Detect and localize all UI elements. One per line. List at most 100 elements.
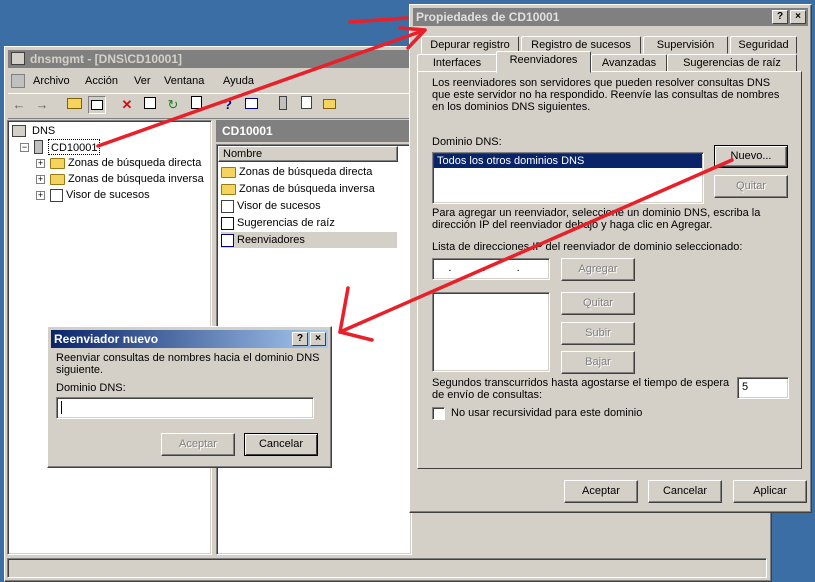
tree-root-label: DNS [32, 125, 56, 137]
move-down-button[interactable]: Bajar [561, 351, 635, 374]
forward-arrow-icon[interactable]: → [33, 96, 51, 114]
ip-address-input[interactable]: . . . [432, 258, 550, 280]
refresh-icon[interactable]: ↻ [164, 96, 182, 114]
tab-interfaces[interactable]: Interfaces [417, 54, 497, 72]
new-forwarder-domain-input[interactable] [56, 397, 314, 419]
list-item-visor[interactable]: Visor de sucesos [221, 198, 321, 214]
domain-label: Dominio DNS: [432, 136, 502, 148]
remove-ip-button[interactable]: Quitar [561, 292, 635, 315]
forwarders-description: Los reenviadores son servidores que pued… [432, 77, 780, 113]
app-menu-icon[interactable] [11, 74, 25, 88]
list-icon[interactable] [297, 96, 315, 114]
menu-ayuda[interactable]: Ayuda [223, 71, 254, 91]
new-forwarder-titlebar[interactable]: Reenviador nuevo ? × [51, 330, 328, 348]
tab-label: Sugerencias de raíz [683, 57, 781, 69]
properties-titlebar[interactable]: Propiedades de CD10001 ? × [413, 8, 808, 26]
tab-label: Registro de sucesos [531, 39, 631, 51]
no-recursion-label: No usar recursividad para este dominio [451, 407, 643, 419]
newfwd-help-button[interactable]: ? [292, 332, 308, 346]
text-cursor [61, 400, 62, 414]
menu-ventana[interactable]: Ventana [164, 71, 204, 91]
ip-list-label: Lista de direcciones IP del reenviador d… [432, 241, 743, 253]
event-viewer-icon [50, 188, 63, 202]
list-item-inversa[interactable]: Zonas de búsqueda inversa [221, 181, 375, 197]
list-item-label: Sugerencias de raíz [237, 217, 335, 229]
newfwd-ok-button[interactable]: Aceptar [161, 433, 235, 456]
add-ip-button[interactable]: Agregar [561, 258, 635, 281]
arrow-to-nuevo [348, 16, 409, 24]
tree-item-label: Zonas de búsqueda inversa [68, 173, 204, 185]
tab-label: Interfaces [432, 57, 482, 69]
export-list-icon[interactable] [187, 96, 205, 114]
server-node-icon [34, 140, 43, 154]
right-pane-title: CD10001 [222, 124, 273, 138]
timeout-input[interactable]: 5 [737, 377, 789, 399]
timeout-value: 5 [742, 381, 749, 393]
list-item-directa[interactable]: Zonas de búsqueda directa [221, 164, 372, 180]
new-forwarder-description: Reenviar consultas de nombres hacia el d… [56, 352, 320, 376]
new-forwarder-domain-label: Dominio DNS: [56, 382, 126, 394]
dns-root-icon [12, 125, 26, 137]
server-icon[interactable] [274, 96, 292, 114]
column-header-nombre[interactable]: Nombre [218, 146, 398, 162]
tab-sugerencias-raiz[interactable]: Sugerencias de raíz [667, 54, 797, 72]
expand-directa-icon[interactable]: + [36, 159, 45, 168]
domain-item-selected[interactable]: Todos los otros dominios DNS [434, 154, 702, 168]
tree-item-label: Zonas de búsqueda directa [68, 157, 202, 169]
delete-icon[interactable]: ✕ [118, 96, 136, 114]
action-pane-icon[interactable] [242, 96, 260, 114]
move-up-button[interactable]: Subir [561, 322, 635, 345]
tab-supervision[interactable]: Supervisión [643, 36, 728, 54]
tab-reenviadores[interactable]: Reenviadores [496, 51, 591, 73]
props-help-button[interactable]: ? [772, 10, 788, 24]
column-header-label: Nombre [223, 148, 263, 160]
list-item-label: Zonas de búsqueda inversa [239, 183, 375, 195]
tab-label: Supervisión [656, 39, 715, 51]
back-arrow-icon[interactable]: ← [10, 96, 28, 114]
newfwd-cancel-button[interactable]: Cancelar [244, 433, 318, 456]
remove-domain-button[interactable]: Quitar [714, 175, 788, 198]
tree-item-directa[interactable]: Zonas de búsqueda directa [50, 155, 201, 171]
tab-label: Avanzadas [601, 57, 657, 69]
newfwd-close-button[interactable]: × [310, 332, 326, 346]
menu-accion[interactable]: Acción [85, 71, 118, 91]
right-pane-header: CD10001 [216, 120, 412, 142]
domain-listbox[interactable]: Todos los otros dominios DNS [432, 152, 704, 204]
root-hints-icon [221, 216, 234, 230]
folder-list-icon[interactable] [320, 96, 338, 114]
props-close-button[interactable]: × [790, 10, 806, 24]
list-item-label: Visor de sucesos [237, 200, 321, 212]
props-cancel-button[interactable]: Cancelar [648, 480, 722, 503]
folder-icon [50, 173, 65, 185]
expand-inversa-icon[interactable]: + [36, 175, 45, 184]
expand-visor-icon[interactable]: + [36, 191, 45, 200]
tree-item-inversa[interactable]: Zonas de búsqueda inversa [50, 171, 204, 187]
list-item-reenviadores[interactable]: Reenviadores [221, 232, 397, 248]
help-icon[interactable]: ? [219, 96, 237, 114]
props-ok-button[interactable]: Aceptar [564, 480, 638, 503]
new-forwarder-button[interactable]: Nuevo... [714, 145, 788, 168]
collapse-server-icon[interactable]: − [20, 143, 29, 152]
tab-label: Reenviadores [509, 54, 578, 66]
tree-item-label: Visor de sucesos [66, 189, 150, 201]
list-item-sugerencias[interactable]: Sugerencias de raíz [221, 215, 335, 231]
list-item-label: Zonas de búsqueda directa [239, 166, 373, 178]
new-forwarder-dialog: Reenviador nuevo ? × Reenviar consultas … [47, 326, 332, 468]
dns-console-icon [11, 52, 25, 65]
menu-ver[interactable]: Ver [134, 71, 151, 91]
menu-archivo[interactable]: Archivo [33, 71, 70, 91]
up-folder-icon[interactable] [65, 96, 83, 114]
tree-server-label: CD10001 [48, 139, 101, 155]
tab-avanzadas[interactable]: Avanzadas [591, 54, 667, 72]
folder-icon [221, 183, 236, 195]
properties-icon[interactable] [141, 96, 159, 114]
show-hide-tree-icon[interactable] [88, 96, 106, 114]
ip-address-listbox[interactable] [432, 292, 550, 372]
props-apply-button[interactable]: Aplicar [733, 480, 807, 503]
tree-item-visor[interactable]: Visor de sucesos [50, 187, 150, 203]
folder-icon [50, 157, 65, 169]
timeout-label: Segundos transcurridos hasta agostarse e… [432, 377, 730, 401]
no-recursion-checkbox[interactable] [432, 407, 445, 420]
tab-seguridad[interactable]: Seguridad [730, 36, 797, 54]
new-forwarder-title: Reenviador nuevo [54, 332, 159, 346]
